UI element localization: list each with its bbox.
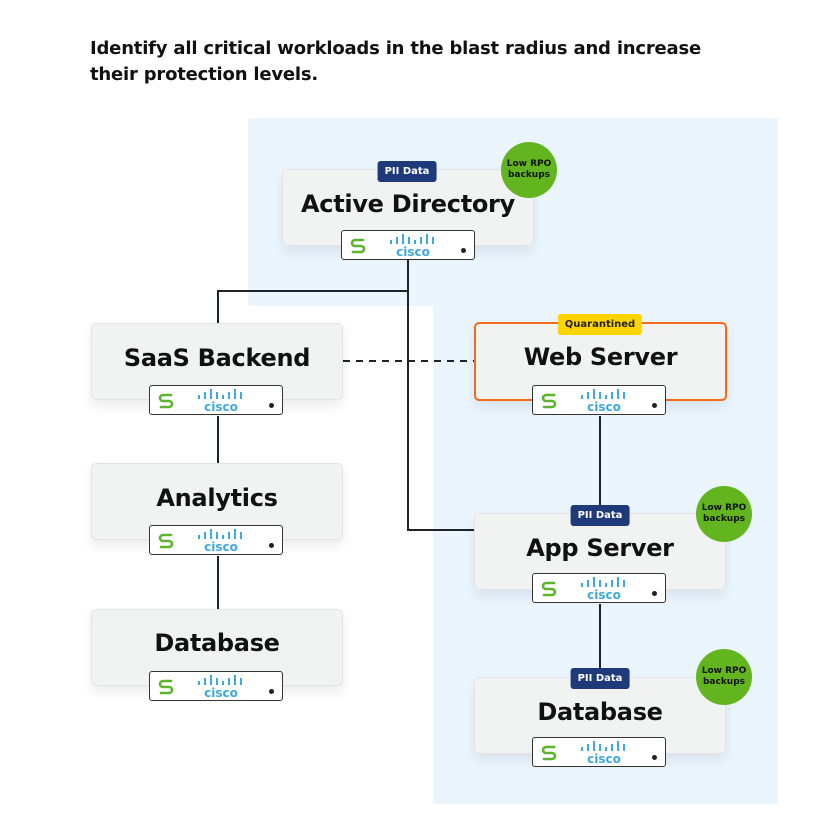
s-logo-icon [158, 533, 174, 549]
s-logo-icon [541, 745, 557, 761]
device-strip: cisco [532, 385, 666, 415]
device-strip: cisco [149, 671, 283, 701]
svg-text:cisco: cisco [204, 400, 238, 413]
device-strip: cisco [532, 573, 666, 603]
s-logo-icon [158, 393, 174, 409]
s-logo-icon [350, 238, 366, 254]
device-strip: cisco [149, 385, 283, 415]
pii-data-badge: PII Data [377, 161, 437, 182]
svg-text:cisco: cisco [587, 588, 621, 601]
quarantined-badge: Quarantined [557, 314, 643, 335]
cisco-logo-icon: cisco [390, 234, 434, 258]
s-logo-icon [541, 393, 557, 409]
cisco-logo-icon: cisco [198, 529, 242, 553]
status-dot [269, 403, 274, 408]
node-title: Database [537, 698, 663, 726]
device-strip: cisco [532, 737, 666, 767]
s-logo-icon [158, 679, 174, 695]
status-dot [652, 403, 657, 408]
node-title: Active Directory [301, 190, 515, 218]
status-dot [269, 689, 274, 694]
node-title: Database [154, 629, 280, 657]
cisco-logo-icon: cisco [198, 389, 242, 413]
s-logo-icon [541, 581, 557, 597]
device-strip: cisco [341, 230, 475, 260]
svg-text:cisco: cisco [204, 686, 238, 699]
low-rpo-backups-badge: Low RPO backups [696, 649, 752, 705]
node-title: App Server [526, 534, 674, 562]
cisco-logo-icon: cisco [581, 741, 625, 765]
node-title: Web Server [523, 343, 678, 371]
device-strip: cisco [149, 525, 283, 555]
status-dot [461, 248, 466, 253]
pii-data-badge: PII Data [570, 505, 630, 526]
node-title: SaaS Backend [123, 344, 311, 372]
edge-ad-to-saas [217, 260, 409, 323]
cisco-logo-icon: cisco [581, 577, 625, 601]
low-rpo-backups-badge: Low RPO backups [501, 142, 557, 198]
status-dot [652, 591, 657, 596]
svg-text:cisco: cisco [587, 400, 621, 413]
cisco-logo-icon: cisco [198, 675, 242, 699]
status-dot [652, 755, 657, 760]
svg-text:cisco: cisco [204, 540, 238, 553]
cisco-logo-icon: cisco [581, 389, 625, 413]
pii-data-badge: PII Data [570, 668, 630, 689]
low-rpo-backups-badge: Low RPO backups [696, 486, 752, 542]
edge-ad-to-app-server [407, 291, 474, 531]
svg-text:cisco: cisco [587, 752, 621, 765]
node-title: Analytics [156, 484, 278, 512]
status-dot [269, 543, 274, 548]
svg-text:cisco: cisco [396, 245, 430, 258]
